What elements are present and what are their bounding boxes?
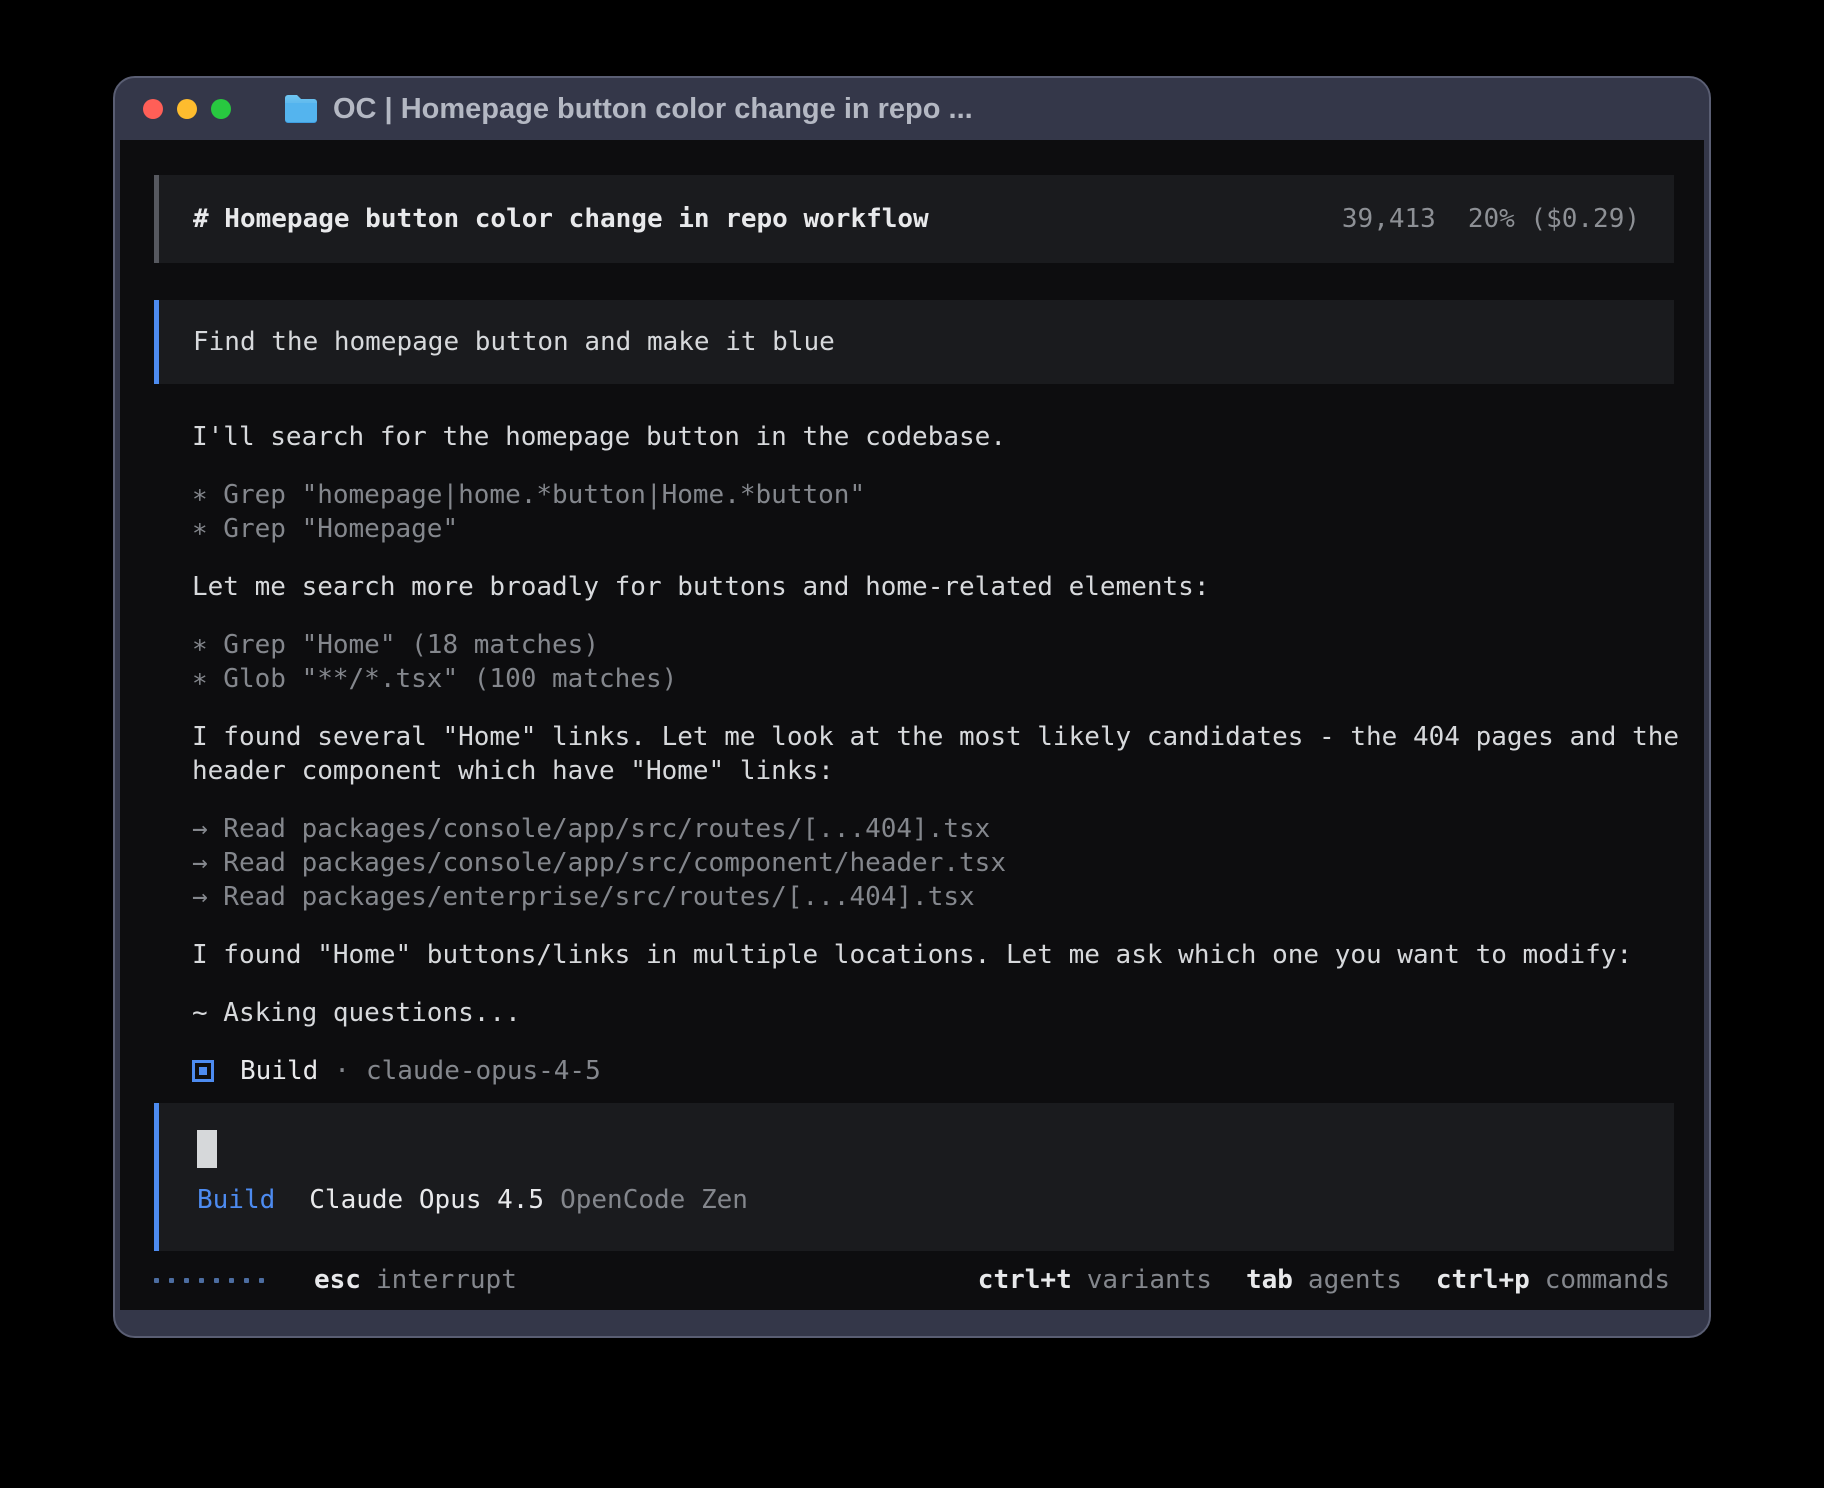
spinner-dot [229, 1278, 234, 1283]
assistant-text: ~ Asking questions... [192, 996, 1692, 1030]
interrupt-label: interrupt [376, 1265, 517, 1295]
shortcut-list: ctrl+t variants tab agents ctrl+p commands [978, 1265, 1670, 1295]
input-mode: Build [197, 1185, 275, 1215]
assistant-messages: I'll search for the homepage button in t… [192, 420, 1692, 1030]
prompt-input[interactable]: Build Claude Opus 4.5 OpenCode Zen [154, 1103, 1674, 1251]
shortcut-label: commands [1545, 1265, 1670, 1295]
session-stats: 39,413 20% ($0.29) [1342, 204, 1640, 234]
window-titlebar: OC | Homepage button color change in rep… [115, 78, 1709, 140]
spinner-dot [154, 1278, 159, 1283]
tool-call-block: ∗ Grep "homepage|home.*button|Home.*butt… [192, 478, 1692, 546]
conversation-line: ~ Asking questions... [192, 996, 1692, 1030]
conversation-line: → Read packages/console/app/src/routes/[… [192, 812, 1692, 846]
traffic-lights [143, 99, 231, 119]
conversation-line: I'll search for the homepage button in t… [192, 420, 1692, 454]
zoom-button[interactable] [211, 99, 231, 119]
token-count: 39,413 [1342, 204, 1436, 234]
spinner-dot [244, 1278, 249, 1283]
session-header: # Homepage button color change in repo w… [154, 175, 1674, 263]
context-usage: 20% ($0.29) [1468, 204, 1640, 234]
conversation-line: ∗ Grep "homepage|home.*button|Home.*butt… [192, 478, 1692, 512]
minimize-button[interactable] [177, 99, 197, 119]
conversation-line: → Read packages/console/app/src/componen… [192, 846, 1692, 880]
conversation-line: ∗ Glob "**/*.tsx" (100 matches) [192, 662, 1692, 696]
conversation-line: → Read packages/enterprise/src/routes/[.… [192, 880, 1692, 914]
assistant-text: I found "Home" buttons/links in multiple… [192, 938, 1692, 972]
spinner-dot [259, 1278, 264, 1283]
user-message-text: Find the homepage button and make it blu… [193, 327, 835, 357]
conversation-line: Let me search more broadly for buttons a… [192, 570, 1692, 604]
shortcut-key: tab [1246, 1265, 1293, 1295]
folder-icon [283, 94, 319, 124]
input-model: Claude Opus 4.5 [309, 1185, 544, 1215]
tool-call-block: → Read packages/console/app/src/routes/[… [192, 812, 1692, 914]
conversation-line: ∗ Grep "Homepage" [192, 512, 1692, 546]
shortcut-label: agents [1308, 1265, 1402, 1295]
shortcut: ctrl+t variants [978, 1265, 1212, 1295]
assistant-text: I found several "Home" links. Let me loo… [192, 720, 1692, 788]
shortcut: ctrl+p commands [1436, 1265, 1670, 1295]
agent-name: Build [240, 1054, 318, 1088]
close-button[interactable] [143, 99, 163, 119]
desktop-background: OC | Homepage button color change in rep… [0, 0, 1824, 1488]
status-bar-left: esc interrupt [154, 1265, 517, 1295]
terminal-content: # Homepage button color change in repo w… [120, 140, 1704, 1310]
conversation: I'll search for the homepage button in t… [192, 420, 1692, 1088]
conversation-line: I found "Home" buttons/links in multiple… [192, 938, 1692, 972]
conversation-line: I found several "Home" links. Let me loo… [192, 720, 1692, 788]
agent-separator: · [334, 1054, 350, 1088]
esc-key-hint: esc [314, 1265, 361, 1295]
agent-status-row: Build · claude-opus-4-5 [192, 1054, 1692, 1088]
shortcut-key: ctrl+t [978, 1265, 1072, 1295]
agent-model: claude-opus-4-5 [366, 1054, 601, 1088]
shortcut-key: ctrl+p [1436, 1265, 1530, 1295]
input-provider: OpenCode Zen [560, 1185, 748, 1215]
input-meta: Build Claude Opus 4.5 OpenCode Zen [197, 1185, 1640, 1215]
window-title: OC | Homepage button color change in rep… [333, 93, 973, 126]
user-message: Find the homepage button and make it blu… [154, 300, 1674, 384]
terminal-window: OC | Homepage button color change in rep… [113, 76, 1711, 1338]
build-agent-icon [192, 1060, 214, 1082]
tool-call-block: ∗ Grep "Home" (18 matches)∗ Glob "**/*.t… [192, 628, 1692, 696]
shortcut: tab agents [1246, 1265, 1402, 1295]
conversation-line: ∗ Grep "Home" (18 matches) [192, 628, 1692, 662]
spinner-dot [214, 1278, 219, 1283]
status-bar: esc interrupt ctrl+tvariantstabagentsctr… [154, 1258, 1670, 1302]
session-title: # Homepage button color change in repo w… [193, 204, 929, 234]
spinner-dot [169, 1278, 174, 1283]
text-cursor [197, 1130, 217, 1168]
spinner-dot [184, 1278, 189, 1283]
assistant-text: I'll search for the homepage button in t… [192, 420, 1692, 454]
assistant-text: Let me search more broadly for buttons a… [192, 570, 1692, 604]
shortcut-label: variants [1087, 1265, 1212, 1295]
spinner [154, 1278, 264, 1283]
spinner-dot [199, 1278, 204, 1283]
